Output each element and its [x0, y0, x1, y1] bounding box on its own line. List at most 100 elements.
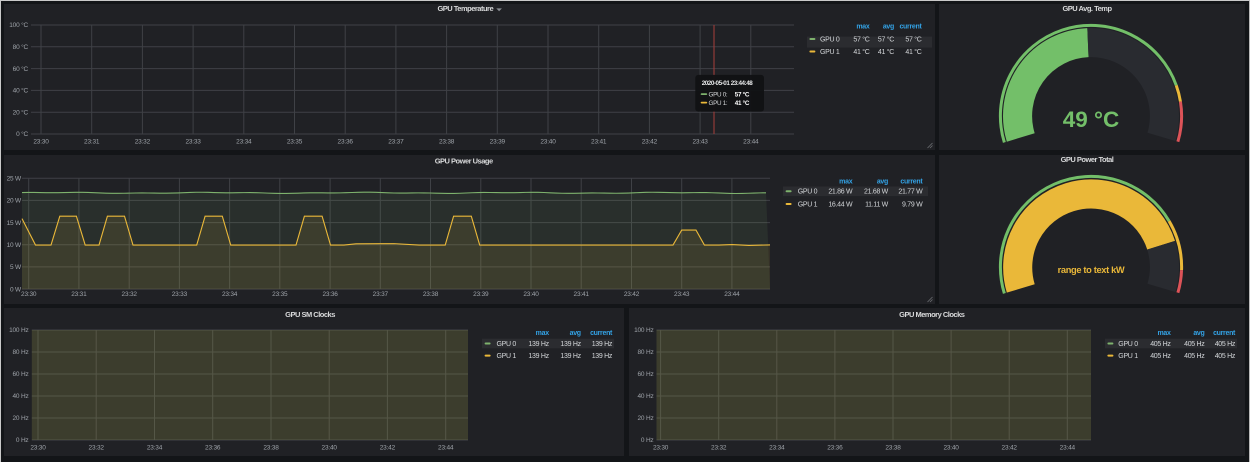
svg-text:avg: avg	[877, 178, 888, 185]
svg-text:41 °C: 41 °C	[853, 48, 869, 56]
svg-text:21.68 W: 21.68 W	[864, 188, 889, 195]
svg-text:23:44: 23:44	[743, 139, 759, 146]
svg-text:23:38: 23:38	[885, 445, 901, 452]
svg-text:23:40: 23:40	[943, 445, 959, 452]
svg-text:GPU Power Usage: GPU Power Usage	[435, 156, 493, 165]
svg-text:23:30: 23:30	[21, 291, 37, 298]
svg-text:23:40: 23:40	[322, 445, 338, 452]
svg-text:23:43: 23:43	[692, 139, 708, 146]
svg-text:80 °C: 80 °C	[13, 43, 29, 51]
svg-text:23:44: 23:44	[724, 291, 740, 298]
svg-text:23:37: 23:37	[388, 139, 404, 146]
svg-text:avg: avg	[1193, 330, 1204, 337]
svg-text:23:37: 23:37	[373, 291, 389, 298]
svg-text:23:32: 23:32	[122, 291, 138, 298]
svg-text:41 °C: 41 °C	[905, 48, 921, 56]
svg-text:23:38: 23:38	[263, 445, 279, 452]
svg-text:23:42: 23:42	[380, 445, 396, 452]
svg-text:max: max	[536, 330, 550, 337]
svg-text:139 Hz: 139 Hz	[528, 353, 549, 360]
svg-text:16.44 W: 16.44 W	[828, 201, 853, 208]
svg-text:23:34: 23:34	[222, 291, 238, 298]
svg-text:20 W: 20 W	[7, 197, 22, 204]
svg-text:100 Hz: 100 Hz	[9, 327, 28, 334]
svg-text:23:34: 23:34	[769, 445, 785, 452]
svg-text:57 °C: 57 °C	[878, 35, 894, 43]
svg-text:23:43: 23:43	[674, 291, 690, 298]
svg-text:405 Hz: 405 Hz	[1150, 341, 1171, 348]
svg-text:139 Hz: 139 Hz	[560, 341, 581, 348]
svg-text:139 Hz: 139 Hz	[528, 341, 549, 348]
svg-text:23:42: 23:42	[642, 139, 658, 146]
svg-text:GPU 0: GPU 0	[497, 341, 517, 348]
svg-text:139 Hz: 139 Hz	[592, 353, 613, 360]
svg-text:avg: avg	[883, 24, 894, 31]
svg-text:current: current	[899, 24, 922, 31]
svg-text:23:31: 23:31	[71, 291, 87, 298]
svg-text:40 Hz: 40 Hz	[637, 393, 653, 400]
svg-text:GPU SM Clocks: GPU SM Clocks	[285, 310, 335, 319]
svg-text:41 °C: 41 °C	[878, 48, 894, 56]
svg-text:23:39: 23:39	[490, 139, 506, 146]
svg-text:23:35: 23:35	[287, 139, 303, 146]
svg-text:57 °C: 57 °C	[735, 91, 750, 99]
svg-text:GPU 0: GPU 0	[820, 36, 840, 43]
svg-text:40 °C: 40 °C	[13, 87, 29, 95]
svg-text:23:40: 23:40	[540, 139, 556, 146]
svg-text:range to text kW: range to text kW	[1058, 265, 1125, 275]
svg-text:23:32: 23:32	[135, 139, 151, 146]
svg-text:max: max	[1157, 330, 1171, 337]
svg-text:GPU Power Total: GPU Power Total	[1061, 155, 1114, 164]
svg-text:GPU Memory Clocks: GPU Memory Clocks	[899, 310, 965, 319]
svg-text:0 Hz: 0 Hz	[640, 437, 653, 444]
svg-text:23:38: 23:38	[439, 139, 455, 146]
svg-text:23:42: 23:42	[624, 291, 640, 298]
svg-text:GPU 1: GPU 1	[798, 201, 818, 208]
svg-text:GPU 1:: GPU 1:	[709, 100, 728, 107]
svg-text:23:44: 23:44	[1059, 445, 1075, 452]
svg-text:23:33: 23:33	[172, 291, 188, 298]
svg-text:23:35: 23:35	[272, 291, 288, 298]
svg-text:current: current	[1213, 330, 1236, 337]
svg-text:60 Hz: 60 Hz	[637, 371, 653, 378]
svg-text:139 Hz: 139 Hz	[560, 353, 581, 360]
svg-text:GPU 0:: GPU 0:	[709, 92, 728, 99]
svg-text:0 Hz: 0 Hz	[16, 437, 29, 444]
svg-text:21.77 W: 21.77 W	[898, 188, 923, 195]
svg-text:0 °C: 0 °C	[16, 130, 28, 138]
svg-text:20 Hz: 20 Hz	[637, 415, 653, 422]
svg-text:max: max	[856, 24, 870, 31]
svg-text:23:36: 23:36	[322, 291, 338, 298]
svg-text:15 W: 15 W	[7, 219, 22, 226]
svg-text:100 Hz: 100 Hz	[634, 327, 653, 334]
svg-text:23:34: 23:34	[147, 445, 163, 452]
svg-text:2020-05-01 23:44:48: 2020-05-01 23:44:48	[702, 80, 754, 87]
svg-text:405 Hz: 405 Hz	[1214, 341, 1235, 348]
svg-text:GPU 1: GPU 1	[1118, 353, 1138, 360]
svg-text:23:36: 23:36	[827, 445, 843, 452]
svg-text:23:42: 23:42	[1001, 445, 1017, 452]
svg-text:23:41: 23:41	[574, 291, 590, 298]
svg-text:23:32: 23:32	[711, 445, 727, 452]
svg-text:current: current	[900, 178, 923, 185]
svg-text:23:34: 23:34	[236, 139, 252, 146]
svg-text:max: max	[839, 178, 853, 185]
svg-text:GPU Avg. Temp: GPU Avg. Temp	[1062, 4, 1112, 13]
svg-text:60 °C: 60 °C	[13, 65, 29, 73]
svg-text:60 Hz: 60 Hz	[13, 371, 29, 378]
svg-text:GPU Temperature: GPU Temperature	[437, 4, 493, 13]
svg-text:avg: avg	[570, 330, 581, 337]
svg-text:23:41: 23:41	[591, 139, 607, 146]
svg-text:25 W: 25 W	[7, 175, 22, 182]
svg-text:100 °C: 100 °C	[9, 21, 28, 29]
svg-text:23:30: 23:30	[652, 445, 668, 452]
svg-text:23:30: 23:30	[30, 445, 46, 452]
svg-text:80 Hz: 80 Hz	[13, 349, 29, 356]
svg-text:0 W: 0 W	[10, 286, 22, 293]
svg-text:23:40: 23:40	[523, 291, 539, 298]
svg-text:5 W: 5 W	[10, 264, 22, 271]
svg-text:23:32: 23:32	[89, 445, 105, 452]
svg-text:23:44: 23:44	[438, 445, 454, 452]
svg-text:23:33: 23:33	[185, 139, 201, 146]
svg-text:GPU 1: GPU 1	[820, 49, 840, 56]
